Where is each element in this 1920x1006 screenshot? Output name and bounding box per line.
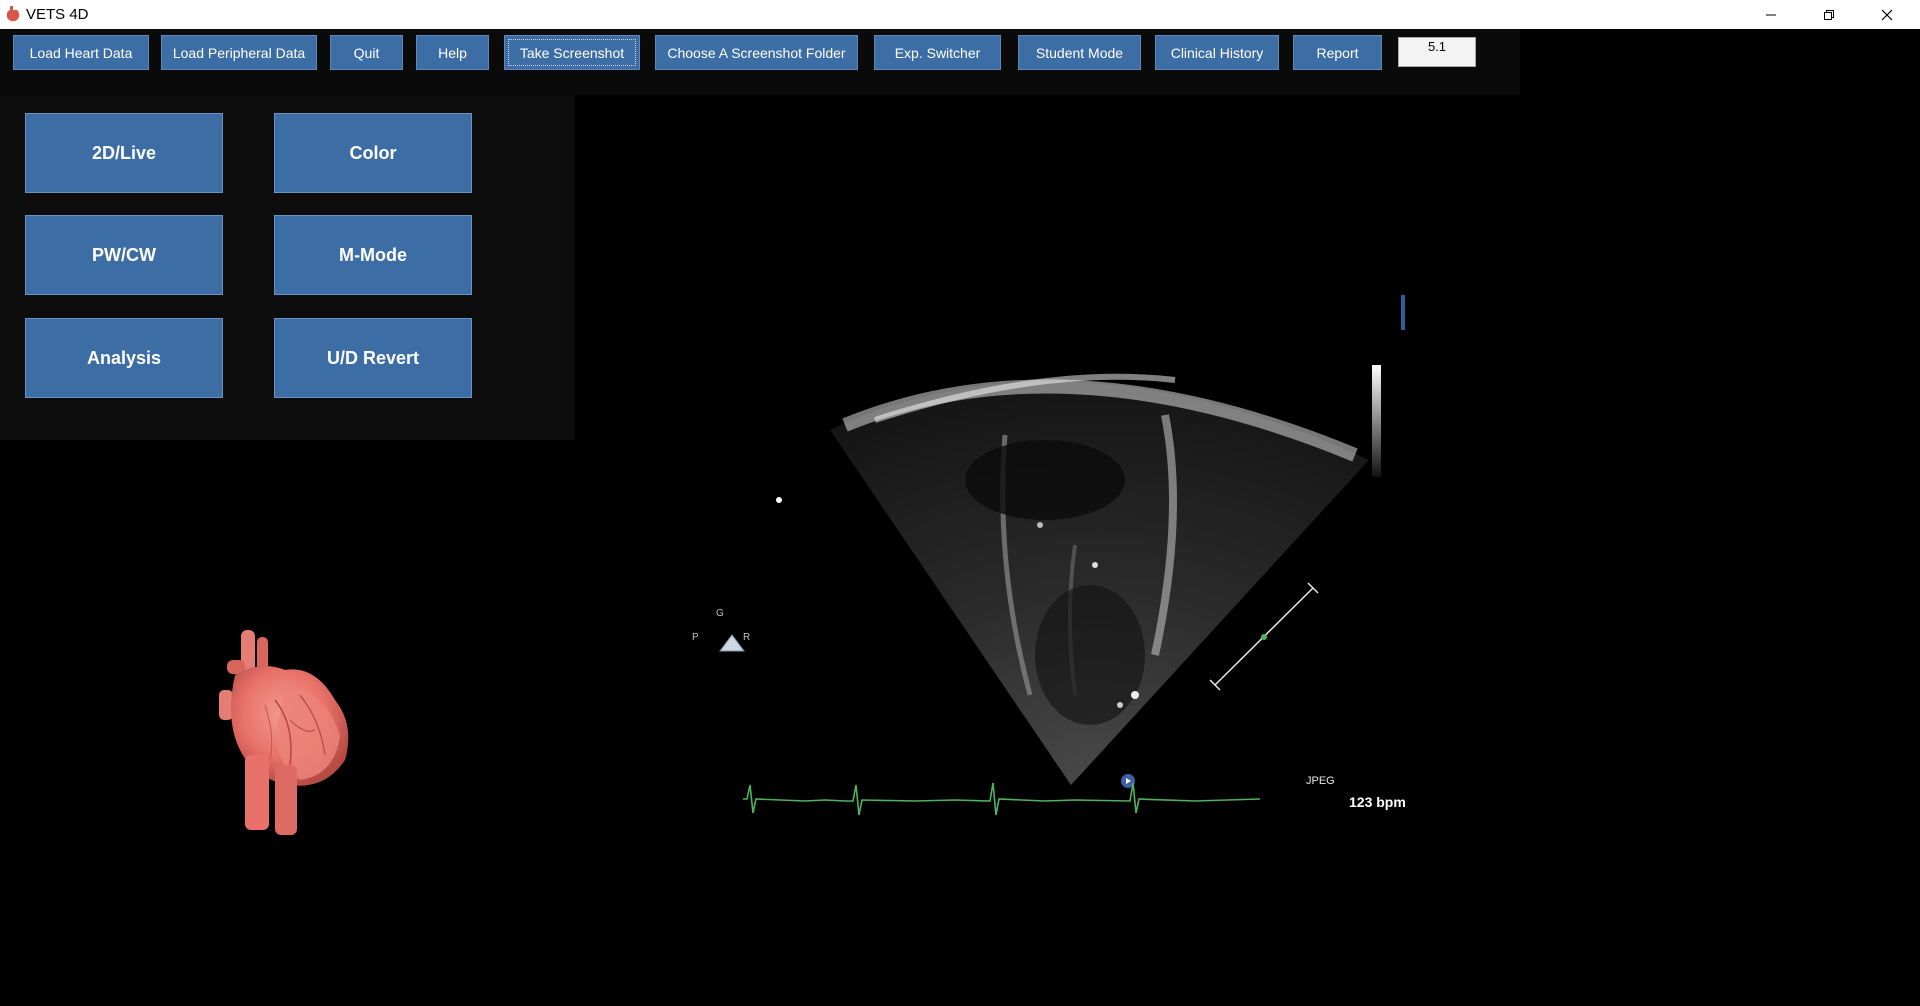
quit-button[interactable]: Quit (330, 35, 403, 70)
mode-panel: 2D/Live Color PW/CW M-Mode Analysis U/D … (0, 95, 575, 440)
color-button[interactable]: Color (274, 113, 472, 193)
take-screenshot-button[interactable]: Take Screenshot (504, 35, 640, 70)
load-peripheral-data-button[interactable]: Load Peripheral Data (161, 35, 317, 70)
window-title: VETS 4D (26, 6, 89, 23)
ultrasound-viewer[interactable]: G P R (575, 95, 1521, 1001)
minimize-button[interactable] (1742, 0, 1800, 29)
heart-rate-label: 123 bpm (1349, 794, 1406, 810)
orientation-left-label: P (692, 632, 699, 643)
grayscale-bar (1372, 365, 1381, 477)
title-bar: VETS 4D (0, 0, 1920, 29)
pw-cw-button[interactable]: PW/CW (25, 215, 223, 295)
echo-image (719, 295, 1405, 816)
student-mode-button[interactable]: Student Mode (1018, 35, 1141, 70)
m-mode-button[interactable]: M-Mode (274, 215, 472, 295)
choose-screenshot-folder-button[interactable]: Choose A Screenshot Folder (655, 35, 858, 70)
orientation-right-label: R (743, 632, 751, 643)
load-heart-data-button[interactable]: Load Heart Data (13, 35, 149, 70)
close-button[interactable] (1858, 0, 1916, 29)
2d-live-button[interactable]: 2D/Live (25, 113, 223, 193)
minimize-icon (1766, 14, 1776, 15)
orientation-marker (719, 634, 745, 652)
orientation-top-label: G (716, 608, 724, 619)
scroll-indicator (1401, 295, 1405, 330)
clinical-history-button[interactable]: Clinical History (1155, 35, 1279, 70)
toolbar: Load Heart Data Load Peripheral Data Qui… (0, 29, 1520, 95)
report-button[interactable]: Report (1293, 35, 1382, 70)
help-button[interactable]: Help (416, 35, 489, 70)
heart-3d-model[interactable] (205, 625, 380, 840)
close-icon (1881, 9, 1893, 20)
ud-revert-button[interactable]: U/D Revert (274, 318, 472, 398)
format-label: JPEG (1306, 775, 1335, 787)
ecg-trace (743, 782, 1261, 816)
restore-icon (1824, 9, 1834, 20)
exp-switcher-button[interactable]: Exp. Switcher (874, 35, 1001, 70)
restore-button[interactable] (1800, 0, 1858, 29)
version-field[interactable]: 5.1 (1398, 37, 1476, 67)
heart-3d-model-icon (219, 630, 349, 835)
scan-sector (830, 381, 1369, 785)
analysis-button[interactable]: Analysis (25, 318, 223, 398)
app-icon (6, 6, 20, 22)
